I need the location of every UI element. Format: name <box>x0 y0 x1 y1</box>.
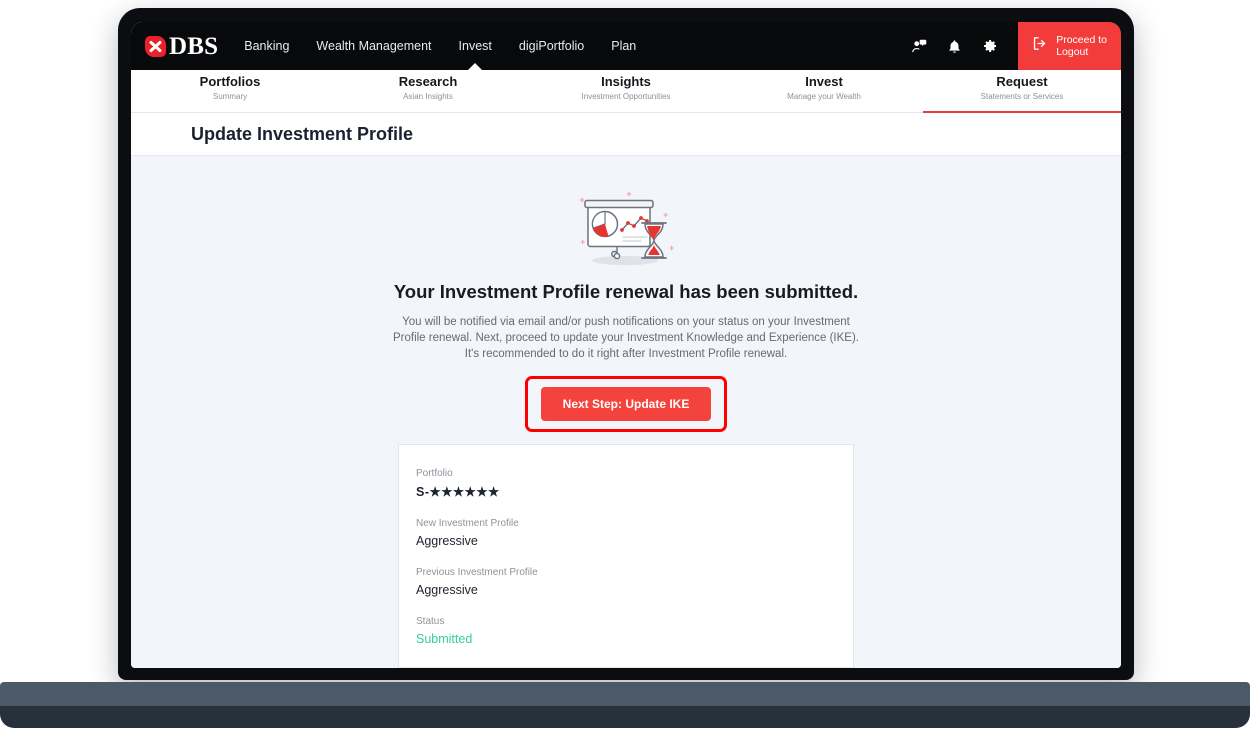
topnav-link-wealth-management[interactable]: Wealth Management <box>316 24 431 69</box>
logout-label: Proceed to Logout <box>1056 34 1107 58</box>
settings-gear-icon[interactable] <box>982 38 998 54</box>
status-badge: Submitted <box>416 632 473 646</box>
logout-label-line1: Proceed to <box>1056 34 1107 46</box>
tab-insights[interactable]: Insights Investment Opportunities <box>527 70 725 113</box>
tab-request[interactable]: Request Statements or Services <box>923 70 1121 113</box>
field-status-label: Status <box>416 616 445 627</box>
dbs-logo[interactable]: DBS <box>145 34 218 59</box>
field-portfolio-value: S-★★★★★★ <box>416 485 500 499</box>
topnav-link-plan[interactable]: Plan <box>611 24 636 69</box>
laptop-mockup: DBS Banking Wealth Management Invest dig… <box>0 0 1250 730</box>
field-portfolio-label: Portfolio <box>416 468 453 479</box>
dbs-logo-text: DBS <box>169 32 219 60</box>
success-heading: Your Investment Profile renewal has been… <box>393 281 859 302</box>
top-navigation-bar: DBS Banking Wealth Management Invest dig… <box>131 22 1121 70</box>
topnav-link-banking[interactable]: Banking <box>244 24 289 69</box>
success-description: You will be notified via email and/or pu… <box>392 316 859 360</box>
field-new-investment-profile: New Investment Profile Aggressive <box>416 518 853 548</box>
browser-screen: DBS Banking Wealth Management Invest dig… <box>131 22 1121 668</box>
page-header: Update Investment Profile <box>131 113 1121 156</box>
tab-invest[interactable]: Invest Manage your Wealth <box>725 70 923 113</box>
tab-portfolios-subtitle: Summary <box>212 92 248 101</box>
logout-arrow-icon <box>1031 35 1048 57</box>
contact-support-icon[interactable] <box>910 38 927 55</box>
page-title: Update Investment Profile <box>191 123 414 144</box>
field-previous-investment-profile: Previous Investment Profile Aggressive <box>416 567 853 597</box>
field-status: Status Submitted <box>416 616 853 646</box>
top-nav-icon-group <box>910 38 1018 55</box>
top-nav-right-group: Proceed to Logout <box>910 22 1121 70</box>
tab-portfolios-title: Portfolios <box>199 74 261 89</box>
tab-insights-title: Insights <box>601 74 651 89</box>
tab-invest-subtitle: Manage your Wealth <box>787 92 861 101</box>
notification-bell-icon[interactable] <box>947 38 962 55</box>
field-portfolio: Portfolio S-★★★★★★ <box>416 468 853 499</box>
tab-research[interactable]: Research Asian Insights <box>329 70 527 113</box>
top-nav-links: Banking Wealth Management Invest digiPor… <box>244 24 636 69</box>
laptop-base-lower <box>0 706 1250 728</box>
dbs-cross-mark-icon <box>145 35 166 57</box>
field-new-investment-profile-label: New Investment Profile <box>416 518 519 529</box>
field-previous-investment-profile-label: Previous Investment Profile <box>416 567 538 578</box>
field-new-investment-profile-value: Aggressive <box>416 534 478 548</box>
tab-insights-subtitle: Investment Opportunities <box>581 92 671 101</box>
tab-portfolios[interactable]: Portfolios Summary <box>131 70 329 113</box>
tab-invest-title: Invest <box>805 74 843 89</box>
presentation-chart-hourglass-icon <box>572 190 680 268</box>
topnav-link-invest[interactable]: Invest <box>459 24 492 69</box>
topnav-link-digiportfolio[interactable]: digiPortfolio <box>519 24 584 69</box>
logout-label-line2: Logout <box>1056 46 1089 58</box>
tab-request-subtitle: Statements or Services <box>980 92 1064 101</box>
proceed-to-logout-button[interactable]: Proceed to Logout <box>1018 22 1121 70</box>
field-previous-investment-profile-value: Aggressive <box>416 583 478 597</box>
next-step-update-ike-button[interactable]: Next Step: Update IKE <box>540 387 712 421</box>
tab-request-title: Request <box>996 74 1048 89</box>
tab-research-subtitle: Asian Insights <box>403 92 453 101</box>
investment-profile-details-card: Portfolio S-★★★★★★ New Investment Profil… <box>398 444 854 668</box>
cta-highlight-annotation: Next Step: Update IKE <box>524 376 728 432</box>
main-content: Your Investment Profile renewal has been… <box>131 156 1121 668</box>
secondary-tab-bar: Portfolios Summary Research Asian Insigh… <box>131 70 1121 113</box>
tab-research-title: Research <box>398 74 458 89</box>
